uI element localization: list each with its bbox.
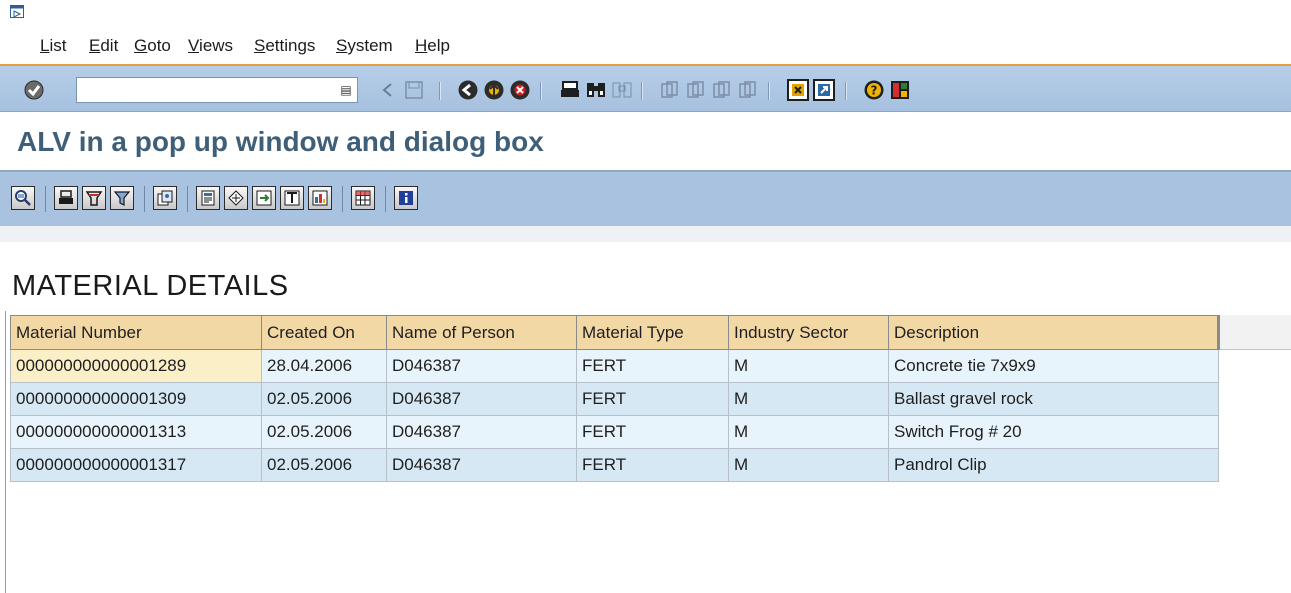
menu-goto[interactable]: Goto: [134, 36, 171, 56]
back-icon[interactable]: [457, 79, 479, 101]
industry-sector-cell[interactable]: M: [728, 349, 889, 383]
filter-icon[interactable]: [110, 186, 134, 210]
table-row[interactable]: 000000000000001289 28.04.2006 D046387 FE…: [10, 349, 1219, 383]
toolbar-separator: [540, 82, 542, 100]
material-number-cell[interactable]: 000000000000001289: [10, 349, 262, 383]
industry-sector-cell[interactable]: M: [728, 448, 889, 482]
table-row[interactable]: 000000000000001317 02.05.2006 D046387 FE…: [10, 448, 1219, 482]
print-preview-icon[interactable]: [196, 186, 220, 210]
description-cell[interactable]: Switch Frog # 20: [888, 415, 1219, 449]
column-header-description[interactable]: Description: [888, 315, 1220, 350]
next-page-icon[interactable]: [711, 79, 733, 101]
table-row[interactable]: 000000000000001313 02.05.2006 D046387 FE…: [10, 415, 1219, 449]
column-header-created-on[interactable]: Created On: [261, 315, 387, 350]
find-next-icon[interactable]: [611, 79, 633, 101]
description-cell[interactable]: Concrete tie 7x9x9: [888, 349, 1219, 383]
menu-help[interactable]: Help: [415, 36, 450, 56]
grid-header-row: Material Number Created On Name of Perso…: [10, 315, 1220, 350]
column-header-material-type[interactable]: Material Type: [576, 315, 729, 350]
command-input[interactable]: [79, 80, 324, 100]
material-type-cell[interactable]: FERT: [576, 415, 729, 449]
previous-page-icon[interactable]: [685, 79, 707, 101]
help-icon[interactable]: ?: [863, 79, 885, 101]
save-icon[interactable]: [403, 79, 425, 101]
industry-sector-cell[interactable]: M: [728, 382, 889, 416]
first-page-icon[interactable]: [659, 79, 681, 101]
menu-list[interactable]: List: [40, 36, 66, 56]
sort-descending-icon[interactable]: [82, 186, 106, 210]
alv-grid: Material Number Created On Name of Perso…: [10, 315, 1220, 482]
command-history-icon[interactable]: ▤: [337, 82, 355, 99]
menu-bar: List Edit Goto Views Settings System Hel…: [0, 36, 1291, 58]
create-session-icon[interactable]: [787, 79, 809, 101]
customize-layout-icon[interactable]: [889, 79, 911, 101]
toolbar-separator: [768, 82, 770, 100]
menu-settings[interactable]: Settings: [254, 36, 315, 56]
header-filler: [1219, 315, 1291, 350]
list-left-border: [5, 311, 6, 593]
toolbar-separator: [845, 82, 847, 100]
information-icon[interactable]: [394, 186, 418, 210]
export-icon[interactable]: [252, 186, 276, 210]
command-field[interactable]: ▤: [76, 77, 358, 103]
name-of-person-cell[interactable]: D046387: [386, 448, 577, 482]
created-on-cell[interactable]: 28.04.2006: [261, 349, 387, 383]
toolbar-separator: [144, 186, 145, 212]
change-layout-icon[interactable]: [351, 186, 375, 210]
enter-icon[interactable]: [23, 79, 45, 101]
sort-ascending-icon[interactable]: [54, 186, 78, 210]
create-shortcut-icon[interactable]: [813, 79, 835, 101]
application-toolbar: [0, 172, 1291, 226]
content-header-strip: [0, 226, 1291, 242]
system-menu-icon[interactable]: [10, 5, 24, 18]
details-icon[interactable]: [11, 186, 35, 210]
cancel-icon[interactable]: [509, 79, 531, 101]
toolbar-separator: [342, 186, 343, 212]
material-number-cell[interactable]: 000000000000001309: [10, 382, 262, 416]
list-output-area: MATERIAL DETAILS Material Number Created…: [0, 226, 1291, 593]
created-on-cell[interactable]: 02.05.2006: [261, 448, 387, 482]
column-header-material-number[interactable]: Material Number: [10, 315, 262, 350]
material-number-cell[interactable]: 000000000000001313: [10, 415, 262, 449]
table-row[interactable]: 000000000000001309 02.05.2006 D046387 FE…: [10, 382, 1219, 416]
column-header-industry-sector[interactable]: Industry Sector: [728, 315, 889, 350]
menu-system[interactable]: System: [336, 36, 393, 56]
list-heading: MATERIAL DETAILS: [12, 270, 289, 302]
print-icon[interactable]: [559, 79, 581, 101]
description-cell[interactable]: Pandrol Clip: [888, 448, 1219, 482]
back-arrow-icon[interactable]: [376, 79, 398, 101]
last-page-icon[interactable]: [737, 79, 759, 101]
local-file-icon[interactable]: [308, 186, 332, 210]
toolbar-separator: [439, 82, 441, 100]
exit-icon[interactable]: [483, 79, 505, 101]
toolbar-separator: [641, 82, 643, 100]
material-type-cell[interactable]: FERT: [576, 448, 729, 482]
name-of-person-cell[interactable]: D046387: [386, 382, 577, 416]
svg-text:?: ?: [871, 84, 878, 98]
menu-edit[interactable]: Edit: [89, 36, 118, 56]
toolbar-separator: [187, 186, 188, 212]
material-type-cell[interactable]: FERT: [576, 349, 729, 383]
name-of-person-cell[interactable]: D046387: [386, 415, 577, 449]
find-icon[interactable]: [585, 79, 607, 101]
menu-area: List Edit Goto Views Settings System Hel…: [0, 0, 1291, 66]
material-type-cell[interactable]: FERT: [576, 382, 729, 416]
standard-toolbar: ▤ ?: [0, 66, 1291, 112]
title-bar: ALV in a pop up window and dialog box: [0, 112, 1291, 172]
created-on-cell[interactable]: 02.05.2006: [261, 415, 387, 449]
toolbar-separator: [385, 186, 386, 212]
column-header-name-of-person[interactable]: Name of Person: [386, 315, 577, 350]
sum-icon[interactable]: [153, 186, 177, 210]
page-title: ALV in a pop up window and dialog box: [17, 126, 544, 157]
menu-views[interactable]: Views: [188, 36, 233, 56]
toolbar-separator: [45, 186, 46, 212]
description-cell[interactable]: Ballast gravel rock: [888, 382, 1219, 416]
word-processing-icon[interactable]: [280, 186, 304, 210]
name-of-person-cell[interactable]: D046387: [386, 349, 577, 383]
created-on-cell[interactable]: 02.05.2006: [261, 382, 387, 416]
abc-analysis-icon[interactable]: [224, 186, 248, 210]
industry-sector-cell[interactable]: M: [728, 415, 889, 449]
material-number-cell[interactable]: 000000000000001317: [10, 448, 262, 482]
